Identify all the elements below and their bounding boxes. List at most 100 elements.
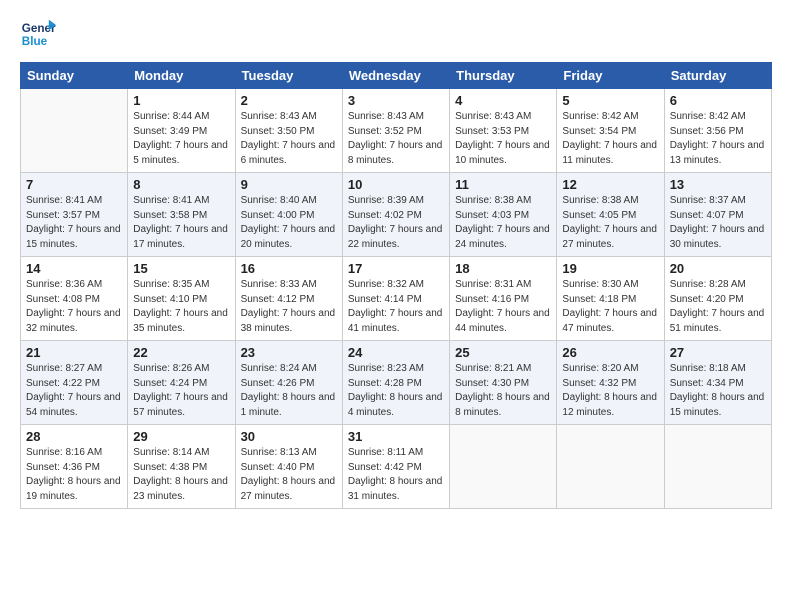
calendar-cell: 21Sunrise: 8:27 AMSunset: 4:22 PMDayligh… (21, 341, 128, 425)
day-number: 29 (133, 429, 229, 444)
calendar-cell (450, 425, 557, 509)
calendar-cell: 20 Sunrise: 8:28 AMSunset: 4:20 PMDayligh… (664, 257, 771, 341)
day-info: Sunrise: 8:16 AMSunset: 4:36 PMDaylight:… (26, 446, 122, 504)
day-info: Sunrise: 8:11 AMSunset: 4:42 PMDaylight:… (348, 446, 444, 504)
svg-text:Blue: Blue (22, 35, 48, 48)
day-number: 20 (670, 261, 766, 276)
weekday-header-thursday: Thursday (450, 63, 557, 89)
calendar-table: SundayMondayTuesdayWednesdayThursdayFrid… (20, 62, 772, 509)
day-info: Sunrise: 8:36 AMSunset: 4:08 PMDaylight:… (26, 278, 122, 336)
calendar-cell: 26 Sunrise: 8:20 AMSunset: 4:32 PMDayligh… (557, 341, 664, 425)
calendar-cell: 14 Sunrise: 8:36 AMSunset: 4:08 PMDayligh… (21, 257, 128, 341)
weekday-header-tuesday: Tuesday (235, 63, 342, 89)
calendar-cell: 11 Sunrise: 8:38 AMSunset: 4:03 PMDayligh… (450, 173, 557, 257)
day-info: Sunrise: 8:32 AMSunset: 4:14 PMDaylight:… (348, 278, 444, 336)
header: General Blue (20, 16, 772, 52)
day-number: 16 (241, 261, 337, 276)
calendar-week-row: 7Sunrise: 8:41 AMSunset: 3:57 PMDaylight… (21, 173, 772, 257)
day-info: Sunrise: 8:33 AMSunset: 4:12 PMDaylight:… (241, 278, 337, 336)
page: General Blue SundayMondayTuesdayWednesda… (0, 0, 792, 612)
day-info: Sunrise: 8:20 AMSunset: 4:32 PMDaylight:… (562, 362, 658, 420)
weekday-header-saturday: Saturday (664, 63, 771, 89)
calendar-cell: 13 Sunrise: 8:37 AMSunset: 4:07 PMDayligh… (664, 173, 771, 257)
weekday-header-sunday: Sunday (21, 63, 128, 89)
calendar-cell: 22 Sunrise: 8:26 AMSunset: 4:24 PMDayligh… (128, 341, 235, 425)
weekday-header-friday: Friday (557, 63, 664, 89)
day-number: 10 (348, 177, 444, 192)
calendar-cell: 4 Sunrise: 8:43 AMSunset: 3:53 PMDaylight… (450, 89, 557, 173)
day-number: 19 (562, 261, 658, 276)
calendar-cell: 24Sunrise: 8:23 AMSunset: 4:28 PMDayligh… (342, 341, 449, 425)
calendar-cell: 30 Sunrise: 8:13 AMSunset: 4:40 PMDayligh… (235, 425, 342, 509)
calendar-cell: 5Sunrise: 8:42 AMSunset: 3:54 PMDaylight… (557, 89, 664, 173)
day-number: 25 (455, 345, 551, 360)
day-number: 23 (241, 345, 337, 360)
calendar-cell: 25 Sunrise: 8:21 AMSunset: 4:30 PMDayligh… (450, 341, 557, 425)
calendar-week-row: 21Sunrise: 8:27 AMSunset: 4:22 PMDayligh… (21, 341, 772, 425)
day-number: 14 (26, 261, 122, 276)
day-number: 6 (670, 93, 766, 108)
calendar-week-row: 14 Sunrise: 8:36 AMSunset: 4:08 PMDayligh… (21, 257, 772, 341)
day-number: 27 (670, 345, 766, 360)
day-info: Sunrise: 8:40 AMSunset: 4:00 PMDaylight:… (241, 194, 337, 252)
calendar-cell: 19 Sunrise: 8:30 AMSunset: 4:18 PMDayligh… (557, 257, 664, 341)
day-number: 4 (455, 93, 551, 108)
calendar-cell: 15Sunrise: 8:35 AMSunset: 4:10 PMDayligh… (128, 257, 235, 341)
calendar-cell: 29 Sunrise: 8:14 AMSunset: 4:38 PMDayligh… (128, 425, 235, 509)
day-number: 22 (133, 345, 229, 360)
day-number: 24 (348, 345, 444, 360)
day-number: 18 (455, 261, 551, 276)
day-number: 3 (348, 93, 444, 108)
day-info: Sunrise: 8:38 AMSunset: 4:05 PMDaylight:… (562, 194, 658, 252)
day-info: Sunrise: 8:37 AMSunset: 4:07 PMDaylight:… (670, 194, 766, 252)
day-number: 11 (455, 177, 551, 192)
day-number: 9 (241, 177, 337, 192)
calendar-cell: 31 Sunrise: 8:11 AMSunset: 4:42 PMDayligh… (342, 425, 449, 509)
calendar-cell: 8Sunrise: 8:41 AMSunset: 3:58 PMDaylight… (128, 173, 235, 257)
calendar-week-row: 28 Sunrise: 8:16 AMSunset: 4:36 PMDayligh… (21, 425, 772, 509)
day-info: Sunrise: 8:38 AMSunset: 4:03 PMDaylight:… (455, 194, 551, 252)
day-info: Sunrise: 8:30 AMSunset: 4:18 PMDaylight:… (562, 278, 658, 336)
day-number: 28 (26, 429, 122, 444)
weekday-header-monday: Monday (128, 63, 235, 89)
calendar-cell: 10 Sunrise: 8:39 AMSunset: 4:02 PMDayligh… (342, 173, 449, 257)
calendar-week-row: 1Sunrise: 8:44 AMSunset: 3:49 PMDaylight… (21, 89, 772, 173)
day-info: Sunrise: 8:26 AMSunset: 4:24 PMDaylight:… (133, 362, 229, 420)
day-info: Sunrise: 8:13 AMSunset: 4:40 PMDaylight:… (241, 446, 337, 504)
day-number: 1 (133, 93, 229, 108)
day-info: Sunrise: 8:21 AMSunset: 4:30 PMDaylight:… (455, 362, 551, 420)
calendar-cell (664, 425, 771, 509)
calendar-cell: 28 Sunrise: 8:16 AMSunset: 4:36 PMDayligh… (21, 425, 128, 509)
day-number: 31 (348, 429, 444, 444)
weekday-header-row: SundayMondayTuesdayWednesdayThursdayFrid… (21, 63, 772, 89)
calendar-cell: 18 Sunrise: 8:31 AMSunset: 4:16 PMDayligh… (450, 257, 557, 341)
day-info: Sunrise: 8:31 AMSunset: 4:16 PMDaylight:… (455, 278, 551, 336)
day-info: Sunrise: 8:43 AMSunset: 3:50 PMDaylight:… (241, 110, 337, 168)
day-info: Sunrise: 8:39 AMSunset: 4:02 PMDaylight:… (348, 194, 444, 252)
day-number: 26 (562, 345, 658, 360)
day-info: Sunrise: 8:42 AMSunset: 3:56 PMDaylight:… (670, 110, 766, 168)
calendar-cell (21, 89, 128, 173)
day-number: 30 (241, 429, 337, 444)
day-number: 17 (348, 261, 444, 276)
calendar-cell (557, 425, 664, 509)
calendar-cell: 9 Sunrise: 8:40 AMSunset: 4:00 PMDaylight… (235, 173, 342, 257)
calendar-cell: 3 Sunrise: 8:43 AMSunset: 3:52 PMDaylight… (342, 89, 449, 173)
calendar-cell: 27Sunrise: 8:18 AMSunset: 4:34 PMDayligh… (664, 341, 771, 425)
day-info: Sunrise: 8:28 AMSunset: 4:20 PMDaylight:… (670, 278, 766, 336)
day-number: 13 (670, 177, 766, 192)
day-number: 12 (562, 177, 658, 192)
weekday-header-wednesday: Wednesday (342, 63, 449, 89)
day-info: Sunrise: 8:43 AMSunset: 3:53 PMDaylight:… (455, 110, 551, 168)
day-number: 5 (562, 93, 658, 108)
day-number: 15 (133, 261, 229, 276)
calendar-cell: 17 Sunrise: 8:32 AMSunset: 4:14 PMDayligh… (342, 257, 449, 341)
calendar-cell: 7Sunrise: 8:41 AMSunset: 3:57 PMDaylight… (21, 173, 128, 257)
calendar-cell: 6 Sunrise: 8:42 AMSunset: 3:56 PMDaylight… (664, 89, 771, 173)
calendar-cell: 23 Sunrise: 8:24 AMSunset: 4:26 PMDayligh… (235, 341, 342, 425)
calendar-cell: 12 Sunrise: 8:38 AMSunset: 4:05 PMDayligh… (557, 173, 664, 257)
day-info: Sunrise: 8:14 AMSunset: 4:38 PMDaylight:… (133, 446, 229, 504)
day-info: Sunrise: 8:43 AMSunset: 3:52 PMDaylight:… (348, 110, 444, 168)
logo: General Blue (20, 16, 60, 52)
day-info: Sunrise: 8:24 AMSunset: 4:26 PMDaylight:… (241, 362, 337, 420)
